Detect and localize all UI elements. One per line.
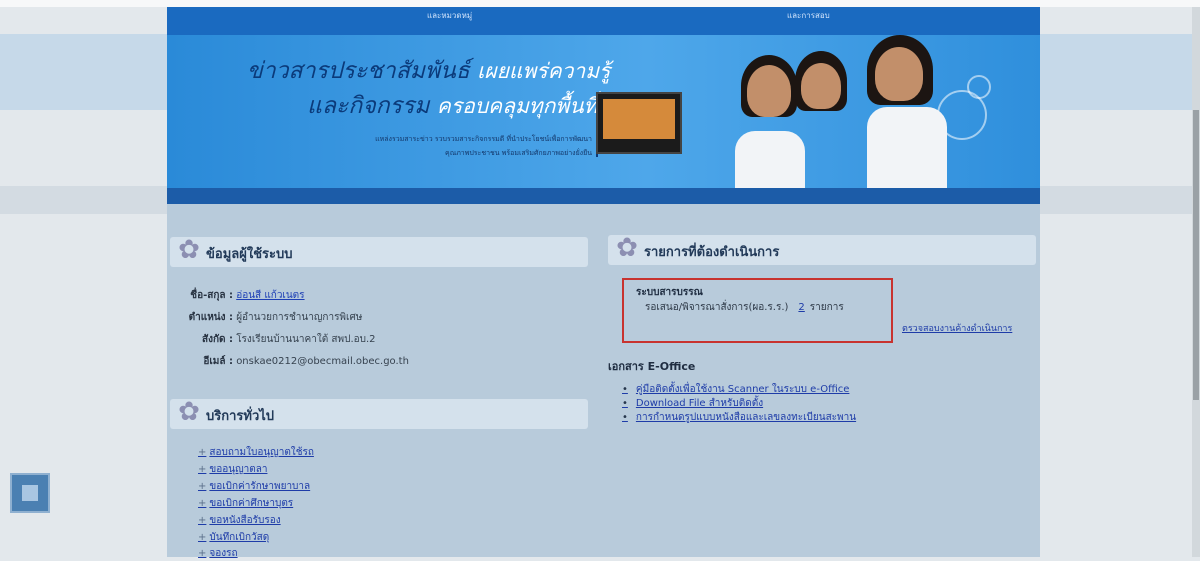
banner-headline-1: ข่าวสารประชาสัมพันธ์ เผยแพร่ความรู้ — [247, 58, 611, 84]
eoffice-link[interactable]: • การกำหนดรูปแบบหนังสือและเลขลงทะเบียนสะพ… — [622, 410, 856, 425]
banner-bottom-strip — [167, 188, 1040, 204]
gear-icon: ✿ — [616, 233, 638, 263]
todo-pending-row: รอเสนอ/พิจารณาสั่งการ(ผอ.ร.ร.) 2 รายการ — [645, 302, 844, 313]
user-affiliation-row: สังกัด : โรงเรียนบ้านนาคาใต้ สพป.อบ.2 — [201, 334, 376, 345]
banner-tagline-1: แหล่งรวมสาระข่าว รวบรวมสาระกิจกรรมดี ที่… — [375, 135, 592, 143]
service-link[interactable]: + ขอเบิกค่ารักษาพยาบาล — [198, 479, 310, 494]
decorative-swirl — [967, 75, 991, 99]
todo-title: รายการที่ต้องดำเนินการ — [644, 245, 780, 260]
user-name-row: ชื่อ-สกุล : อ่อนสี แก้วเนตร — [190, 290, 305, 301]
eoffice-link[interactable]: • Download File สำหรับติดตั้ง — [622, 396, 763, 411]
service-link[interactable]: + ขอเบิกค่าศึกษาบุตร — [198, 496, 293, 511]
service-link[interactable]: + ขอหนังสือรับรอง — [198, 513, 281, 528]
services-title: บริการทั่วไป — [206, 409, 275, 424]
eoffice-title: เอกสาร E-Office — [608, 360, 696, 373]
user-email-row: อีเมล์ : onskae0212@obecmail.obec.go.th — [203, 356, 409, 367]
services-header: ✿ บริการทั่วไป — [170, 397, 588, 429]
banner-photo-students — [707, 35, 967, 188]
eoffice-link[interactable]: • คู่มือติดตั้งเพื่อใช้งาน Scanner ในระบบ… — [622, 382, 849, 397]
window-top-edge — [0, 0, 1200, 7]
laptop-image — [596, 92, 682, 154]
todo-section-title: ระบบสารบรรณ — [636, 287, 703, 298]
user-info-header: ✿ ข้อมูลผู้ใช้ระบบ — [170, 235, 588, 267]
todo-header: ✿ รายการที่ต้องดำเนินการ — [608, 233, 1036, 265]
banner-headline-2: และกิจกรรม ครอบคลุมทุกพื้นที่ — [307, 93, 598, 119]
user-info-title: ข้อมูลผู้ใช้ระบบ — [206, 247, 293, 262]
service-link[interactable]: + ขออนุญาตลา — [198, 462, 267, 477]
banner-tagline-2: คุณภาพประชาชน พร้อมเสริมศักยภาพอย่างยั่ง… — [445, 149, 592, 157]
nav-item-category[interactable]: และหมวดหมู่ — [427, 9, 472, 22]
gear-icon: ✿ — [178, 397, 200, 427]
side-widget-button[interactable] — [10, 473, 50, 513]
pending-count-link[interactable]: 2 — [798, 302, 804, 313]
service-link[interactable]: + จองรถ — [198, 546, 238, 561]
gear-icon: ✿ — [178, 235, 200, 265]
service-link[interactable]: + สอบถามใบอนุญาตใช้รถ — [198, 445, 314, 460]
top-nav: และหมวดหมู่ และการสอบ — [167, 7, 1040, 35]
check-pending-link[interactable]: ตรวจสอบงานค้างดำเนินการ — [902, 321, 1012, 335]
nav-item-exam[interactable]: และการสอบ — [787, 9, 830, 22]
service-link[interactable]: + บันทึกเบิกวัสดุ — [198, 530, 269, 545]
user-position-row: ตำแหน่ง : ผู้อำนวยการชำนาญการพิเศษ — [188, 312, 363, 323]
user-name-link[interactable]: อ่อนสี แก้วเนตร — [236, 290, 304, 301]
scrollbar-thumb[interactable] — [1193, 110, 1199, 400]
